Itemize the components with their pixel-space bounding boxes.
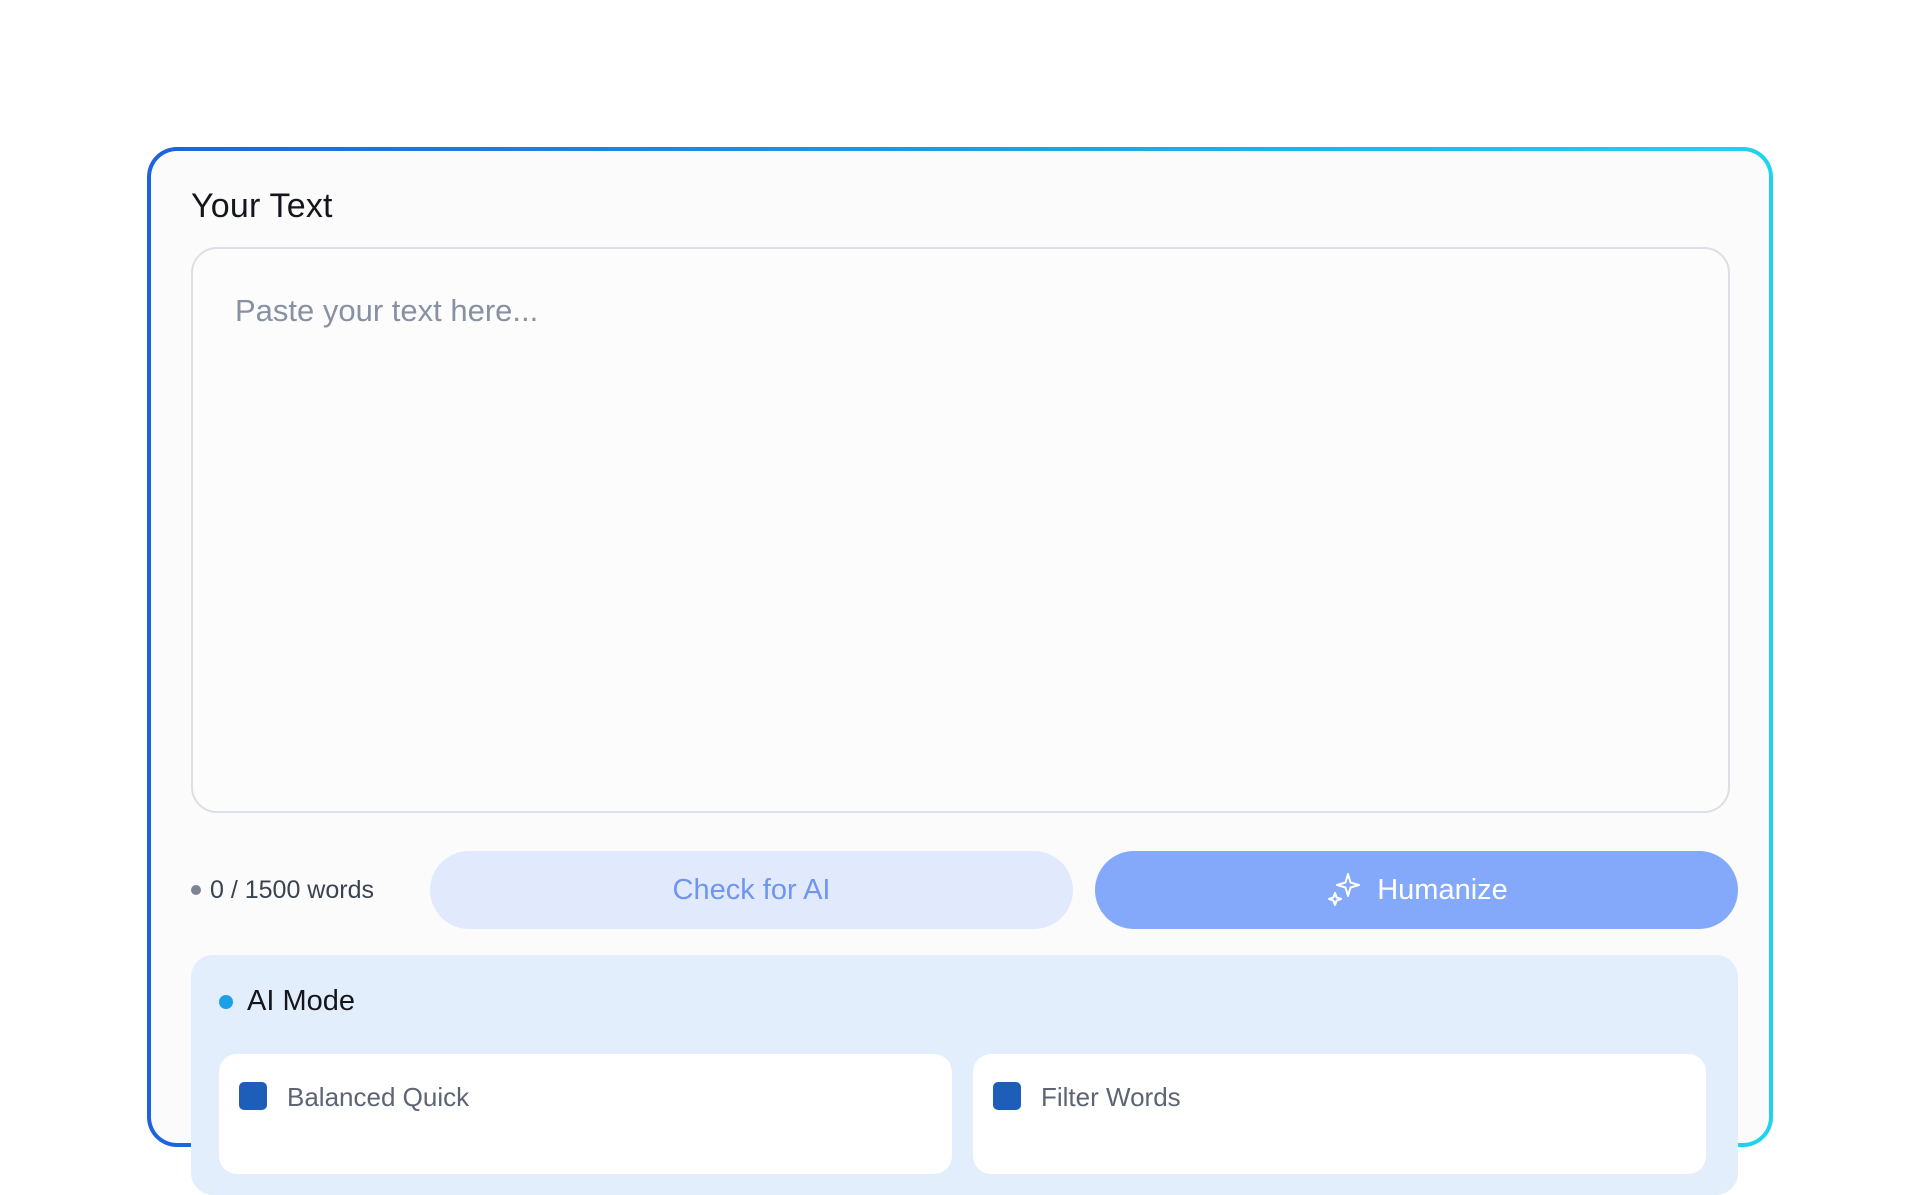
mode-option-filter-words[interactable]: Filter Words bbox=[973, 1054, 1706, 1174]
text-input[interactable] bbox=[191, 247, 1730, 813]
editor-title: Your Text bbox=[191, 187, 333, 225]
ai-mode-title: AI Mode bbox=[247, 985, 355, 1017]
check-for-ai-button[interactable]: Check for AI bbox=[430, 851, 1073, 929]
ai-mode-panel: AI Mode Balanced Quick Filter Words bbox=[191, 955, 1738, 1195]
word-count-text: 0 / 1500 words bbox=[210, 875, 374, 904]
mode-option-label: Balanced Quick bbox=[287, 1082, 470, 1112]
humanize-label: Humanize bbox=[1377, 873, 1508, 906]
mode-option-balanced[interactable]: Balanced Quick bbox=[219, 1054, 952, 1174]
sparkles-icon bbox=[1325, 871, 1363, 909]
checkbox-checked-icon[interactable] bbox=[239, 1082, 267, 1110]
humanizer-card-frame: Your Text 0 / 1500 words Check for AI Hu… bbox=[147, 147, 1773, 1195]
mode-indicator-dot-icon bbox=[219, 994, 233, 1009]
checkbox-checked-icon[interactable] bbox=[993, 1082, 1021, 1110]
humanizer-card: Your Text 0 / 1500 words Check for AI Hu… bbox=[151, 151, 1769, 1195]
check-for-ai-label: Check for AI bbox=[672, 873, 831, 906]
ai-mode-heading: AI Mode bbox=[219, 985, 355, 1018]
word-counter: 0 / 1500 words bbox=[191, 851, 374, 929]
humanize-button[interactable]: Humanize bbox=[1095, 851, 1738, 929]
mode-option-label: Filter Words bbox=[1041, 1082, 1181, 1112]
counter-dot-icon bbox=[191, 885, 201, 895]
